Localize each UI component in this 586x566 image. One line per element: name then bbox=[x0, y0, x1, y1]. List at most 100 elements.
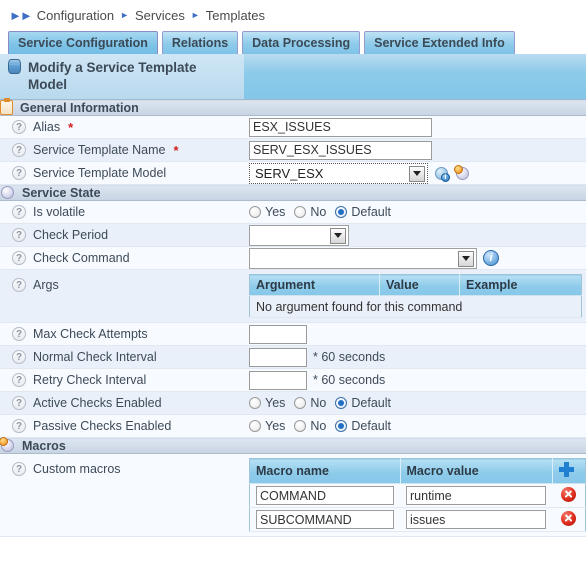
tab-relations[interactable]: Relations bbox=[161, 31, 239, 54]
normal-check-interval-input[interactable] bbox=[249, 347, 307, 367]
passive-checks-option-no[interactable]: No bbox=[294, 419, 326, 433]
chevron-right-icon: ► bbox=[190, 10, 200, 20]
field-label-is-volatile: ? Is volatile bbox=[0, 200, 244, 224]
macro-value-input-1[interactable] bbox=[406, 510, 546, 529]
field-label-active-checks-enabled: ? Active Checks Enabled bbox=[0, 391, 244, 415]
macro-value-input-0[interactable] bbox=[406, 486, 546, 505]
panel-title-bar: Modify a Service Template Model bbox=[0, 54, 586, 100]
args-table-header-row: Argument Value Example bbox=[249, 274, 582, 296]
table-row: ? Custom macros Macro name Macro value bbox=[0, 453, 586, 537]
required-marker: * bbox=[68, 119, 74, 135]
retry-check-interval-suffix: * 60 seconds bbox=[313, 373, 386, 387]
service-template-name-input[interactable] bbox=[249, 140, 432, 160]
page-root: ►► Configuration ► Services ► Templates … bbox=[0, 0, 586, 566]
breadcrumb-item-services[interactable]: Services bbox=[135, 8, 185, 23]
field-label-passive-checks-enabled: ? Passive Checks Enabled bbox=[0, 414, 244, 438]
radio-icon-selected[interactable] bbox=[335, 206, 348, 218]
chevron-down-icon[interactable] bbox=[458, 250, 474, 267]
gear-orange-icon bbox=[0, 437, 15, 453]
radio-icon[interactable] bbox=[294, 420, 307, 432]
macro-name-input-1[interactable] bbox=[256, 510, 394, 529]
chevron-down-icon[interactable] bbox=[409, 165, 425, 182]
passive-checks-option-yes[interactable]: Yes bbox=[249, 419, 285, 433]
macro-row bbox=[249, 483, 586, 508]
help-icon[interactable]: ? bbox=[12, 350, 26, 364]
plus-icon[interactable] bbox=[558, 462, 574, 477]
field-label-check-command: ? Check Command bbox=[0, 246, 244, 270]
radio-icon[interactable] bbox=[249, 420, 261, 432]
active-checks-option-no[interactable]: No bbox=[294, 396, 326, 410]
help-icon[interactable]: ? bbox=[12, 396, 26, 410]
table-row: ? Is volatile Yes No Default bbox=[0, 200, 586, 224]
check-command-select[interactable] bbox=[249, 247, 477, 269]
radio-icon[interactable] bbox=[249, 397, 261, 409]
help-icon[interactable]: ? bbox=[12, 251, 26, 265]
delete-icon[interactable] bbox=[561, 486, 576, 502]
info-icon[interactable]: i bbox=[483, 250, 499, 266]
is-volatile-option-no[interactable]: No bbox=[294, 205, 326, 219]
field-label-max-check-attempts: ? Max Check Attempts bbox=[0, 322, 244, 346]
active-checks-option-default[interactable]: Default bbox=[335, 396, 391, 410]
alias-input[interactable] bbox=[249, 117, 432, 137]
passive-checks-option-default[interactable]: Default bbox=[335, 419, 391, 433]
macros-table: Macro name Macro value bbox=[249, 458, 586, 532]
max-check-attempts-input[interactable] bbox=[249, 324, 307, 344]
breadcrumb: ►► Configuration ► Services ► Templates bbox=[0, 0, 586, 30]
field-label-custom-macros: ? Custom macros bbox=[0, 453, 244, 537]
breadcrumb-item-configuration[interactable]: Configuration bbox=[37, 8, 114, 23]
table-row: ? Service Template Model SERV_ESX i bbox=[0, 161, 586, 185]
passive-checks-radio-group: Yes No Default bbox=[244, 415, 586, 437]
section-macros: Macros bbox=[0, 437, 586, 454]
is-volatile-option-yes[interactable]: Yes bbox=[249, 205, 285, 219]
table-row: ? Retry Check Interval * 60 seconds bbox=[0, 368, 586, 392]
help-icon[interactable]: ? bbox=[12, 205, 26, 219]
section-general-information: General Information bbox=[0, 98, 586, 116]
field-label-normal-check-interval: ? Normal Check Interval bbox=[0, 345, 244, 369]
help-icon[interactable]: ? bbox=[12, 120, 26, 134]
macros-table-header-row: Macro name Macro value bbox=[249, 458, 586, 484]
table-row: ? Max Check Attempts bbox=[0, 322, 586, 346]
section-title-general: General Information bbox=[20, 100, 139, 115]
help-icon[interactable]: ? bbox=[12, 278, 26, 292]
delete-icon[interactable] bbox=[561, 510, 576, 526]
help-icon[interactable]: ? bbox=[12, 462, 26, 476]
is-volatile-option-default[interactable]: Default bbox=[335, 205, 391, 219]
table-row: ? Check Command i bbox=[0, 246, 586, 270]
is-volatile-radio-group: Yes No Default bbox=[244, 201, 586, 223]
gear-alert-icon[interactable] bbox=[454, 164, 470, 181]
tab-service-configuration[interactable]: Service Configuration bbox=[8, 31, 158, 54]
normal-check-interval-suffix: * 60 seconds bbox=[313, 350, 386, 364]
radio-icon[interactable] bbox=[294, 397, 307, 409]
table-row: ? Active Checks Enabled Yes No Default bbox=[0, 391, 586, 415]
gear-info-icon[interactable]: i bbox=[434, 166, 450, 182]
args-col-argument: Argument bbox=[249, 274, 380, 296]
radio-icon[interactable] bbox=[249, 206, 261, 218]
macro-name-input-0[interactable] bbox=[256, 486, 394, 505]
table-row: ? Alias * bbox=[0, 115, 586, 139]
help-icon[interactable]: ? bbox=[12, 143, 26, 157]
breadcrumb-item-templates[interactable]: Templates bbox=[206, 8, 265, 23]
chevron-down-icon[interactable] bbox=[330, 227, 346, 244]
help-icon[interactable]: ? bbox=[12, 228, 26, 242]
service-template-model-select[interactable]: SERV_ESX bbox=[249, 162, 428, 184]
retry-check-interval-input[interactable] bbox=[249, 370, 307, 390]
radio-icon[interactable] bbox=[294, 206, 307, 218]
help-icon[interactable]: ? bbox=[12, 327, 26, 341]
active-checks-option-yes[interactable]: Yes bbox=[249, 396, 285, 410]
section-title-macros: Macros bbox=[22, 438, 66, 453]
help-icon[interactable]: ? bbox=[12, 166, 26, 180]
section-service-state: Service State bbox=[0, 184, 586, 201]
tab-data-processing[interactable]: Data Processing bbox=[242, 31, 361, 54]
args-col-example: Example bbox=[459, 274, 582, 296]
tab-service-extended-info[interactable]: Service Extended Info bbox=[364, 31, 515, 54]
help-icon[interactable]: ? bbox=[12, 419, 26, 433]
check-period-select[interactable] bbox=[249, 224, 349, 246]
args-table: Argument Value Example No argument found… bbox=[249, 274, 582, 318]
macros-col-add bbox=[552, 458, 586, 484]
panel-title-cell: Modify a Service Template Model bbox=[0, 54, 244, 100]
radio-icon-selected[interactable] bbox=[335, 420, 348, 432]
radio-icon-selected[interactable] bbox=[335, 397, 348, 409]
required-marker: * bbox=[173, 142, 179, 158]
help-icon[interactable]: ? bbox=[12, 373, 26, 387]
chevron-right-icon: ► bbox=[120, 10, 129, 20]
